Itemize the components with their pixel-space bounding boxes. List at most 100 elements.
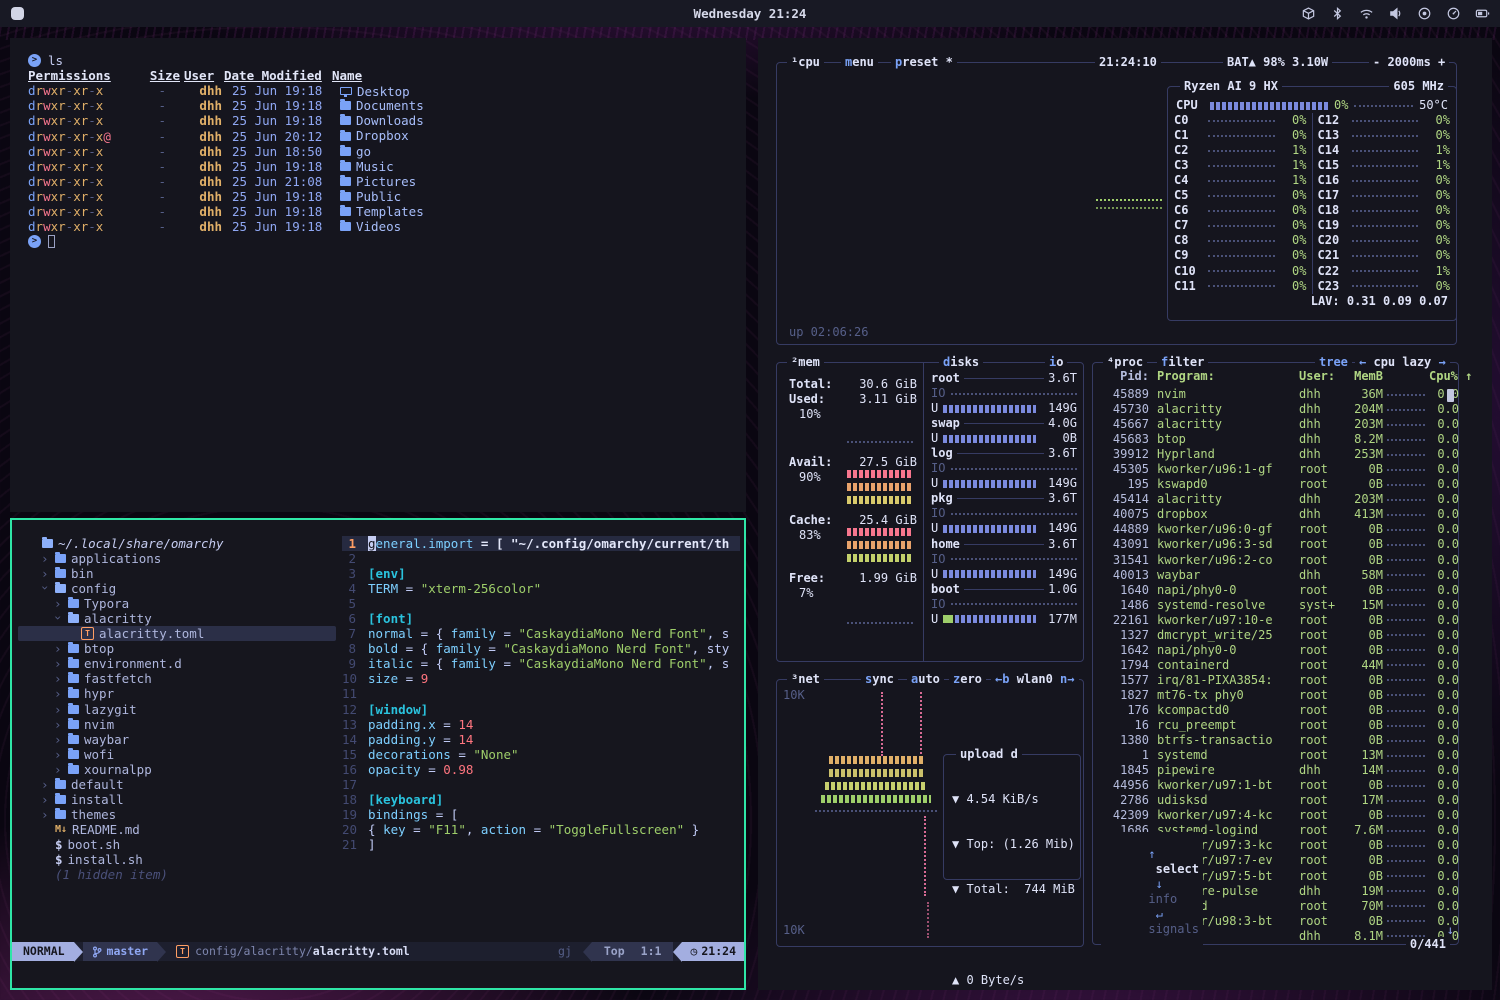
sync-button[interactable]: sync — [861, 672, 898, 687]
process-row[interactable]: 16rcu_preemptroot0B0.0 — [1101, 718, 1450, 733]
process-row[interactable]: 45667alacrittydhh203M0.0 — [1101, 417, 1450, 432]
menu-button[interactable]: menu — [841, 55, 878, 70]
tree-item-applications[interactable]: ›applications — [18, 551, 336, 566]
interface-switcher[interactable]: ←b wlan0 n→ — [991, 672, 1079, 687]
tree-item-alacritty-toml[interactable]: Talacritty.toml — [18, 626, 336, 641]
file-name[interactable]: Templates — [340, 204, 424, 219]
tree-item-environment-d[interactable]: ›environment.d — [18, 656, 336, 671]
file-name[interactable]: Pictures — [340, 174, 416, 189]
process-row[interactable]: 195kswapd0root0B0.0 — [1101, 477, 1450, 492]
process-row[interactable]: 45889nvimdhh36M0.0 — [1101, 387, 1450, 402]
tree-item-hypr[interactable]: ›hypr — [18, 686, 336, 701]
prompt-input-line[interactable]: > — [28, 234, 746, 249]
process-row[interactable]: 22161kworker/u97:10-eroot0B0.0 — [1101, 613, 1450, 628]
scroll-down-arrow[interactable]: ↓ — [1447, 923, 1454, 938]
select-key[interactable]: ↑ — [1148, 847, 1155, 861]
tree-item-config[interactable]: ›config — [18, 581, 336, 596]
editor-buffer[interactable]: 1general.import = [ "~/.config/omarchy/c… — [342, 536, 740, 852]
tree-toggle[interactable]: tree — [1315, 355, 1352, 370]
process-row[interactable]: 1827mt76-tx phy0root0B0.0 — [1101, 688, 1450, 703]
tree-item-alacritty[interactable]: ›alacritty — [18, 611, 336, 626]
tree-item-default[interactable]: ›default — [18, 777, 336, 792]
process-row[interactable]: 31541kworker/u96:2-coroot0B0.0 — [1101, 553, 1450, 568]
process-row[interactable]: 45305kworker/u96:1-gfroot0B0.0 — [1101, 462, 1450, 477]
process-row[interactable]: 42309kworker/u97:4-kcroot0B0.0 — [1101, 808, 1450, 823]
process-row[interactable]: 176kcompactd0root0B0.0 — [1101, 703, 1450, 718]
gauge-icon[interactable] — [1446, 6, 1461, 21]
sort-switcher[interactable]: ← cpu lazy → — [1355, 355, 1450, 370]
process-row[interactable]: 40013waybardhh58M0.0 — [1101, 568, 1450, 583]
signals-action[interactable]: signals — [1148, 922, 1199, 936]
bluetooth-icon[interactable] — [1330, 6, 1345, 21]
process-row[interactable]: 44956kworker/u97:1-btroot0B0.0 — [1101, 778, 1450, 793]
code-line: 15decorations = "None" — [342, 747, 740, 762]
process-row[interactable]: 1640napi/phy0-0root0B0.0 — [1101, 583, 1450, 598]
file-name[interactable]: Music — [340, 159, 394, 174]
wifi-icon[interactable] — [1359, 6, 1374, 21]
col-memb[interactable]: MemB — [1339, 369, 1383, 384]
update-interval[interactable]: - 2000ms + — [1369, 55, 1449, 70]
process-row[interactable]: 39912Hyprlanddhh253M0.0 — [1101, 447, 1450, 462]
process-row[interactable]: 40075dropboxdhh413M0.0 — [1101, 507, 1450, 522]
process-row[interactable]: 1380btrfs-transactioroot0B0.0 — [1101, 733, 1450, 748]
select-action[interactable]: select — [1156, 862, 1199, 876]
info-key[interactable]: ↓ — [1156, 877, 1163, 891]
file-name[interactable]: Desktop — [340, 84, 410, 99]
process-row[interactable]: 1486systemd-resolvesyst+15M0.0 — [1101, 598, 1450, 613]
volume-icon[interactable] — [1388, 6, 1403, 21]
process-row[interactable]: 1327dmcrypt_write/25root0B0.0 — [1101, 628, 1450, 643]
battery-icon[interactable] — [1475, 6, 1490, 21]
zero-button[interactable]: zero — [949, 672, 986, 687]
tree-item-typora[interactable]: ›Typora — [18, 596, 336, 611]
proc-user: dhh — [1299, 763, 1339, 778]
tree-item-install-sh[interactable]: $install.sh — [18, 852, 336, 867]
auto-button[interactable]: auto — [907, 672, 944, 687]
file-name[interactable]: Documents — [340, 98, 424, 113]
code-line: 14padding.y = 14 — [342, 732, 740, 747]
info-action[interactable]: info — [1148, 892, 1177, 906]
record-icon[interactable] — [1417, 6, 1432, 21]
process-row[interactable]: 45683btopdhh8.2M0.0 — [1101, 432, 1450, 447]
file-name[interactable]: Public — [340, 189, 401, 204]
scrollbar-thumb[interactable] — [1447, 389, 1454, 402]
process-row[interactable]: 2786udisksdroot17M0.0 — [1101, 793, 1450, 808]
file-name[interactable]: Videos — [340, 219, 401, 234]
process-row[interactable]: 1577irq/81-PIXA3854:root0B0.0 — [1101, 673, 1450, 688]
preset-button[interactable]: preset * — [891, 55, 957, 70]
file-tree[interactable]: ~/.local/share/omarchy›applications›bin›… — [18, 536, 336, 882]
process-row[interactable]: 45414alacrittydhh203M0.0 — [1101, 492, 1450, 507]
process-row[interactable]: 1845pipewiredhh14M0.0 — [1101, 763, 1450, 778]
file-name[interactable]: Downloads — [340, 113, 424, 128]
col-cpu[interactable]: Cpu% ↑ — [1429, 369, 1459, 384]
tree-item-lazygit[interactable]: ›lazygit — [18, 702, 336, 717]
tree-item-readme-md[interactable]: M↓README.md — [18, 822, 336, 837]
tree-item-nvim[interactable]: ›nvim — [18, 717, 336, 732]
process-row[interactable]: 1systemdroot13M0.0 — [1101, 748, 1450, 763]
tree-item-xournalpp[interactable]: ›xournalpp — [18, 762, 336, 777]
process-row[interactable]: 45730alacrittydhh204M0.0 — [1101, 402, 1450, 417]
workspace-indicator[interactable] — [11, 7, 24, 20]
filter-button[interactable]: filter — [1157, 355, 1208, 370]
tree-item-waybar[interactable]: ›waybar — [18, 732, 336, 747]
tree-item--local-share-omarchy[interactable]: ~/.local/share/omarchy — [18, 536, 336, 551]
process-row[interactable]: 1642napi/phy0-0root0B0.0 — [1101, 643, 1450, 658]
col-program[interactable]: Program: — [1157, 369, 1299, 384]
tree-item-btop[interactable]: ›btop — [18, 641, 336, 656]
tree-item-themes[interactable]: ›themes — [18, 807, 336, 822]
package-icon[interactable] — [1301, 6, 1316, 21]
tree-item-boot-sh[interactable]: $boot.sh — [18, 837, 336, 852]
tree-item-bin[interactable]: ›bin — [18, 566, 336, 581]
signals-key[interactable]: ↵ — [1156, 907, 1163, 921]
tree-item-install[interactable]: ›install — [18, 792, 336, 807]
chevron-icon: › — [54, 656, 63, 671]
tree-item-wofi[interactable]: ›wofi — [18, 747, 336, 762]
process-row[interactable]: 44889kworker/u96:0-gfroot0B0.0 — [1101, 522, 1450, 537]
process-row[interactable]: 43091kworker/u96:3-sdroot0B0.0 — [1101, 537, 1450, 552]
io-toggle[interactable]: io — [1045, 355, 1067, 370]
col-user[interactable]: User: — [1299, 369, 1339, 384]
file-name[interactable]: Dropbox — [340, 128, 409, 143]
process-row[interactable]: 1794containerdroot44M0.0 — [1101, 658, 1450, 673]
tree-item-fastfetch[interactable]: ›fastfetch — [18, 671, 336, 686]
file-name[interactable]: go — [340, 144, 371, 159]
col-pid[interactable]: Pid: — [1101, 369, 1149, 384]
